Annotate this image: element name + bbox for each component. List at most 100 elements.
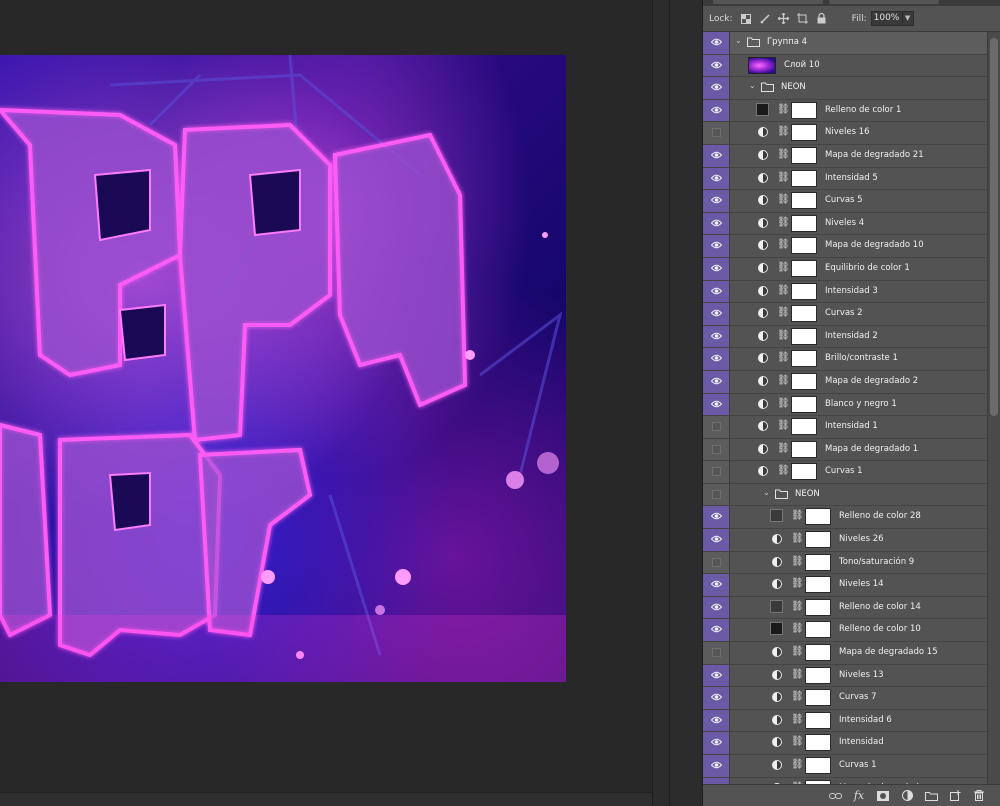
fill-color-swatch[interactable] — [770, 509, 783, 523]
layer-row[interactable]: ⛓ Relleno de color 1 — [703, 99, 987, 123]
link-chain-icon[interactable]: ⛓ — [791, 759, 804, 770]
layer-row[interactable]: ⛓ Intensidad 1 — [703, 416, 987, 439]
link-chain-icon[interactable]: ⛓ — [777, 420, 790, 431]
adjustment-icon[interactable] — [772, 737, 782, 748]
fill-input[interactable]: 100% — [870, 11, 903, 26]
layer-mask-thumbnail[interactable] — [791, 350, 817, 368]
layer-name[interactable]: Intensidad 5 — [825, 173, 878, 183]
layer-group-row[interactable]: ⌄ NEON — [703, 483, 987, 507]
adjustment-icon[interactable] — [758, 240, 768, 251]
visibility-toggle[interactable] — [703, 438, 730, 461]
visibility-toggle[interactable] — [703, 619, 730, 642]
layer-mask-thumbnail[interactable] — [805, 553, 831, 571]
link-chain-icon[interactable]: ⛓ — [777, 149, 790, 160]
link-chain-icon[interactable]: ⛓ — [777, 262, 790, 273]
visibility-toggle[interactable] — [703, 664, 730, 687]
layer-group-row[interactable]: ⌄ NEON — [703, 77, 987, 100]
layer-name[interactable]: Niveles 16 — [825, 127, 870, 137]
layer-name[interactable]: Mapa de degradado 2 — [825, 376, 918, 386]
visibility-toggle[interactable] — [703, 54, 730, 77]
delete-layer-icon[interactable] — [972, 789, 986, 803]
layer-name[interactable]: Relleno de color 1 — [825, 105, 901, 115]
layer-name[interactable]: Equilibrio de color 1 — [825, 263, 910, 273]
layer-name[interactable]: Intensidad 1 — [825, 421, 878, 431]
adjustment-icon[interactable] — [758, 262, 768, 273]
layer-group-row[interactable]: ⌄ Группа 4 — [703, 32, 987, 55]
link-chain-icon[interactable]: ⛓ — [791, 578, 804, 589]
link-chain-icon[interactable]: ⛓ — [777, 398, 790, 409]
visibility-toggle[interactable] — [703, 506, 730, 529]
layer-mask-thumbnail[interactable] — [791, 305, 817, 323]
adjustment-icon[interactable] — [772, 534, 782, 545]
layer-name[interactable]: Curvas 7 — [839, 692, 877, 702]
lock-position-icon[interactable] — [778, 13, 790, 25]
layer-mask-thumbnail[interactable] — [805, 621, 831, 639]
link-chain-icon[interactable]: ⛓ — [791, 601, 804, 612]
layer-row[interactable]: ⛓ Curvas 7 — [703, 687, 987, 710]
link-chain-icon[interactable]: ⛓ — [791, 736, 804, 747]
layer-name[interactable]: Curvas 5 — [825, 195, 863, 205]
link-chain-icon[interactable]: ⛓ — [777, 443, 790, 454]
layer-mask-thumbnail[interactable] — [791, 327, 817, 345]
layer-row[interactable]: ⛓ Mapa de degradado 2 — [703, 370, 987, 394]
adjustment-layer-icon[interactable] — [900, 789, 914, 803]
layer-mask-thumbnail[interactable] — [791, 259, 817, 277]
layer-mask-thumbnail[interactable] — [791, 192, 817, 210]
layer-row[interactable]: ⛓ Intensidad — [703, 732, 987, 755]
visibility-toggle[interactable] — [703, 416, 730, 438]
add-mask-icon[interactable] — [876, 789, 890, 803]
visibility-toggle[interactable] — [703, 709, 730, 732]
adjustment-icon[interactable] — [772, 714, 782, 725]
visibility-toggle[interactable] — [703, 167, 730, 190]
layer-mask-thumbnail[interactable] — [791, 372, 817, 390]
layer-mask-thumbnail[interactable] — [805, 531, 831, 549]
adjustment-icon[interactable] — [772, 669, 782, 680]
layer-name[interactable]: Tono/saturación 9 — [839, 557, 914, 567]
lock-transparent-pixels-icon[interactable] — [740, 13, 752, 25]
layer-row[interactable]: ⛓ Niveles 13 — [703, 664, 987, 688]
fill-color-swatch[interactable] — [756, 102, 769, 116]
adjustment-icon[interactable] — [758, 195, 768, 206]
layer-name[interactable]: Relleno de color 14 — [839, 602, 921, 612]
layer-name[interactable]: Niveles 26 — [839, 534, 884, 544]
layer-row[interactable]: ⛓ Tono/saturación 9 — [703, 551, 987, 575]
link-chain-icon[interactable]: ⛓ — [777, 465, 790, 476]
visibility-toggle[interactable] — [703, 99, 730, 122]
adjustment-icon[interactable] — [758, 398, 768, 409]
layer-row[interactable]: ⛓ Mapa de degradado 10 — [703, 235, 987, 258]
link-chain-icon[interactable]: ⛓ — [791, 691, 804, 702]
link-chain-icon[interactable]: ⛓ — [777, 285, 790, 296]
layer-name[interactable]: Intensidad 3 — [825, 286, 878, 296]
visibility-toggle[interactable] — [703, 32, 730, 54]
fill-dropdown-icon[interactable]: ▼ — [902, 11, 914, 26]
fill-color-swatch[interactable] — [770, 599, 783, 613]
layer-row[interactable]: ⛓ Relleno de color 28 — [703, 506, 987, 530]
adjustment-icon[interactable] — [772, 647, 782, 658]
new-group-icon[interactable] — [924, 789, 938, 803]
layer-name[interactable]: Blanco y negro 1 — [825, 399, 897, 409]
visibility-toggle[interactable] — [703, 529, 730, 551]
link-chain-icon[interactable]: ⛓ — [777, 239, 790, 250]
new-layer-icon[interactable] — [948, 789, 962, 803]
chevron-down-icon[interactable]: ⌄ — [735, 36, 742, 45]
layer-row[interactable]: ⛓ Intensidad 6 — [703, 709, 987, 733]
layer-name[interactable]: Curvas 1 — [825, 466, 863, 476]
layer-row[interactable]: ⛓ Relleno de color 14 — [703, 596, 987, 620]
layer-mask-thumbnail[interactable] — [805, 508, 831, 526]
layer-mask-thumbnail[interactable] — [805, 576, 831, 594]
layers-vertical-scrollbar[interactable] — [987, 32, 1000, 784]
adjustment-icon[interactable] — [758, 149, 768, 160]
link-chain-icon[interactable]: ⛓ — [777, 126, 790, 137]
link-chain-icon[interactable]: ⛓ — [777, 330, 790, 341]
adjustment-icon[interactable] — [758, 421, 768, 432]
layer-mask-thumbnail[interactable] — [791, 214, 817, 232]
visibility-toggle[interactable] — [703, 144, 730, 167]
link-chain-icon[interactable]: ⛓ — [777, 104, 790, 115]
visibility-toggle[interactable] — [703, 190, 730, 212]
visibility-toggle[interactable] — [703, 755, 730, 777]
layer-mask-thumbnail[interactable] — [805, 689, 831, 707]
panel-tab-edge[interactable] — [713, 0, 823, 4]
scrollbar-thumb[interactable] — [990, 38, 998, 416]
layer-mask-thumbnail[interactable] — [791, 124, 817, 142]
visibility-toggle[interactable] — [703, 257, 730, 280]
